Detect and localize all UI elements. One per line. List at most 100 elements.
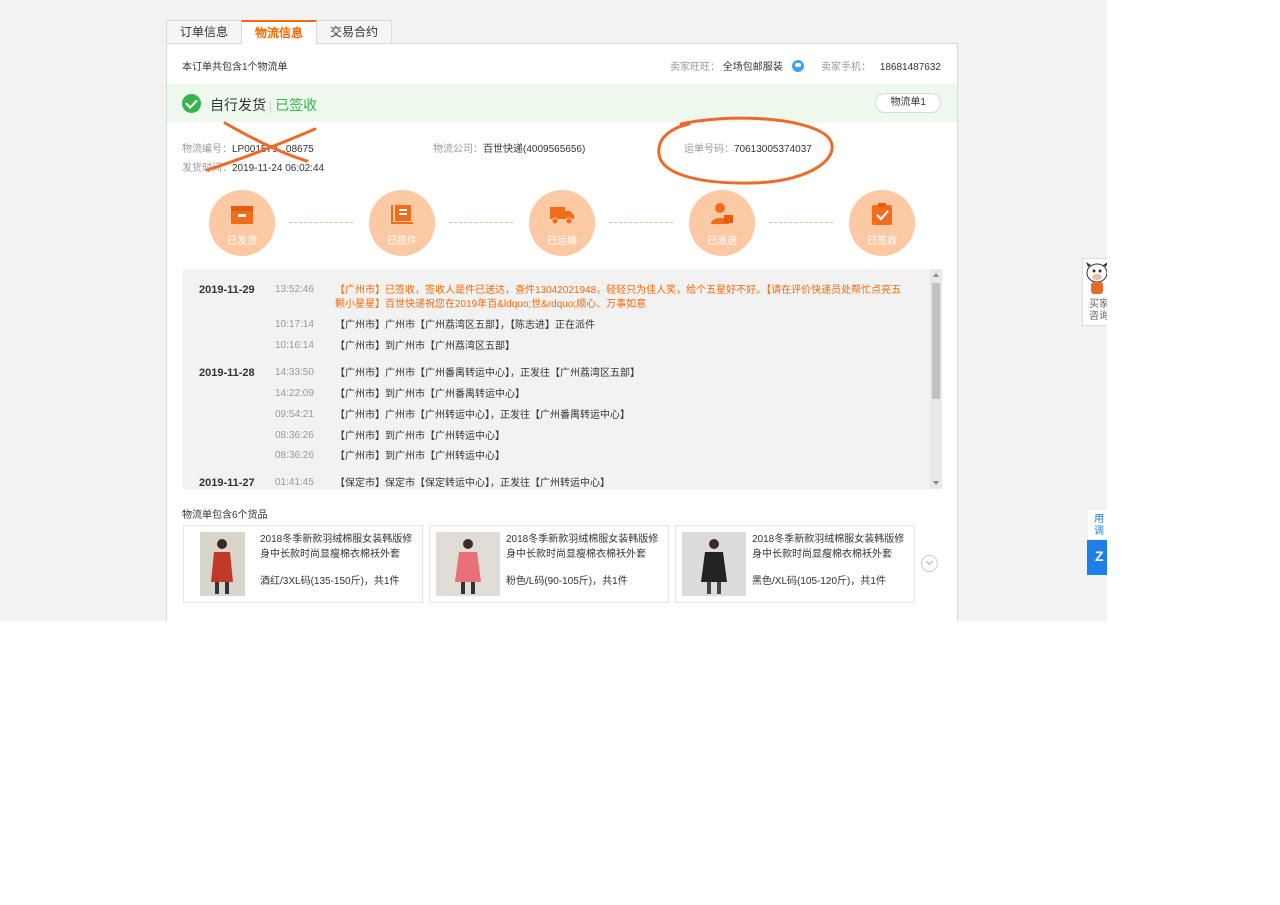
wangwang-chat-icon[interactable] — [791, 60, 804, 72]
tracking-number: 运单号码：70613005374037 — [684, 140, 812, 155]
logistics-company-value: 百世快递(4009565656) — [483, 144, 586, 155]
summary-row: 本订单共包含1个物流单 卖家旺旺： 全场包邮服装 卖家手机： 186814876… — [182, 58, 941, 73]
track-time: 08:36:26 — [275, 430, 314, 441]
product-photo-icon — [436, 532, 500, 596]
track-desc: 【广州市】广州市【广州番禺转运中心】，正发往【广州荔湾区五部】 — [335, 368, 640, 379]
tab-order-info[interactable]: 订单信息 — [166, 20, 243, 44]
track-date: 2019-11-29 — [199, 284, 255, 296]
step-connector — [449, 222, 513, 223]
track-desc: 【保定市】保定市【保定转运中心】，正发往【广州转运中心】 — [335, 478, 610, 489]
tracking-number-value: 70613005374037 — [734, 144, 812, 155]
consult-text-2: 咨询 — [1089, 311, 1107, 322]
product-name[interactable]: 2018冬季新款羽绒棉服女装韩版修身中长款时尚显瘦棉衣棉袄外套 — [506, 532, 666, 562]
ship-time-value: 2019-11-24 06:02:44 — [232, 163, 325, 174]
cow-mascot-icon — [1086, 262, 1107, 294]
product-name[interactable]: 2018冬季新款羽绒棉服女装韩版修身中长款时尚显瘦棉衣棉袄外套 — [752, 532, 912, 562]
side-blue-button[interactable]: Z — [1087, 540, 1107, 575]
track-time: 14:33:50 — [275, 367, 314, 378]
track-time: 14:22:09 — [275, 388, 314, 399]
track-date: 2019-11-28 — [199, 367, 255, 379]
scroll-down-arrow-icon[interactable] — [933, 481, 939, 485]
feedback-tab[interactable]: 用调 — [1087, 509, 1107, 540]
logistics-number: 物流编号：LP001579...08675 — [182, 140, 314, 155]
product-spec: 黑色/XL码(105-120斤)，共1件 — [752, 576, 886, 587]
track-time: 13:52:46 — [275, 284, 314, 295]
track-desc: 【广州市】到广州市【广州番禺转运中心】 — [335, 389, 525, 400]
consult-text-1: 买家 — [1089, 299, 1107, 310]
track-date: 2019-11-27 — [199, 477, 255, 489]
seller-wangwang-name[interactable]: 全场包邮服装 — [723, 62, 783, 73]
feedback-text-2: 调 — [1094, 526, 1104, 537]
product-thumbnail[interactable] — [436, 532, 500, 596]
scroll-up-arrow-icon[interactable] — [933, 273, 939, 277]
track-desc: 【广州市】到广州市【广州荔湾区五部】 — [335, 341, 515, 352]
product-thumbnail[interactable] — [200, 532, 245, 596]
chevron-down-icon[interactable] — [921, 555, 938, 572]
logistics-number-label: 物流编号： — [182, 144, 232, 155]
track-time: 08:36:26 — [275, 450, 314, 461]
logistics-company-label: 物流公司： — [433, 144, 483, 155]
step-connector — [769, 222, 833, 223]
truck-icon — [550, 207, 574, 225]
step-picked-up: 已揽件 — [369, 190, 435, 256]
scrollbar-thumb[interactable] — [932, 283, 940, 399]
step-signed-label: 已签收 — [867, 236, 897, 247]
goods-count-title: 物流单包含6个货品 — [182, 510, 268, 521]
seller-phone-label: 卖家手机： — [821, 62, 872, 73]
track-time: 10:17:14 — [275, 319, 314, 330]
track-desc: 【广州市】广州市【广州转运中心】，正发往【广州番禺转运中心】 — [335, 410, 630, 421]
track-time: 10:16:14 — [275, 340, 314, 351]
clipboard-check-icon — [872, 203, 892, 225]
tracking-number-label: 运单号码： — [684, 144, 734, 155]
seller-phone-value: 18681487632 — [879, 62, 941, 73]
track-time: 09:54:21 — [275, 409, 314, 420]
delivery-status-bar: 自行发货 | 已签收 物流单1 — [167, 84, 957, 122]
delivery-status: 自行发货 | 已签收 — [210, 95, 317, 115]
logistics-progress: 已发货 已揽件 已运输 已派送 已签收 — [209, 190, 915, 256]
step-shipped: 已发货 — [209, 190, 275, 256]
tab-bar: 订单信息 物流信息 交易合约 — [166, 20, 393, 45]
logistics-panel: 本订单共包含1个物流单 卖家旺旺： 全场包邮服装 卖家手机： 186814876… — [166, 43, 958, 621]
step-connector — [609, 222, 673, 223]
timeline-scrollbar[interactable] — [930, 269, 942, 489]
courier-icon — [711, 203, 733, 224]
logistics-company: 物流公司：百世快递(4009565656) — [433, 140, 585, 155]
box-icon — [231, 206, 253, 224]
goods-card[interactable]: 2018冬季新款羽绒棉服女装韩版修身中长款时尚显瘦棉衣棉袄外套 酒红/3XL码(… — [183, 525, 423, 603]
track-desc: 【广州市】已签收，签收人是件已送达，查件13042021948，轻轻只为佳人笑，… — [335, 285, 902, 310]
feedback-text-1: 用 — [1094, 514, 1104, 525]
status-divider: | — [269, 99, 273, 113]
ship-time-label: 发货时间： — [182, 163, 232, 174]
waybill-1-button[interactable]: 物流单1 — [875, 93, 941, 113]
step-in-transit: 已运输 — [529, 190, 595, 256]
waybill-count-text: 本订单共包含1个物流单 — [182, 62, 288, 73]
product-name[interactable]: 2018冬季新款羽绒棉服女装韩版修身中长款时尚显瘦棉衣棉袄外套 — [260, 532, 420, 562]
goods-card[interactable]: 2018冬季新款羽绒棉服女装韩版修身中长款时尚显瘦棉衣棉袄外套 黑色/XL码(1… — [675, 525, 915, 603]
check-circle-icon — [182, 94, 201, 113]
step-dispatched: 已派送 — [689, 190, 755, 256]
step-signed: 已签收 — [849, 190, 915, 256]
buyer-consult-widget[interactable]: 买家 咨询 — [1082, 258, 1107, 326]
product-spec: 粉色/L码(90-105斤)，共1件 — [506, 576, 628, 587]
tab-trade-contract[interactable]: 交易合约 — [316, 20, 393, 44]
step-in-transit-label: 已运输 — [547, 236, 577, 247]
track-desc: 【广州市】广州市【广州荔湾区五部】，【陈志进】正在派件 — [335, 320, 595, 331]
consult-text: 买家 咨询 — [1089, 299, 1107, 323]
step-connector — [289, 222, 353, 223]
goods-card[interactable]: 2018冬季新款羽绒棉服女装韩版修身中长款时尚显瘦棉衣棉袄外套 粉色/L码(90… — [429, 525, 669, 603]
product-thumbnail[interactable] — [682, 532, 746, 596]
seller-phone: 卖家手机： 18681487632 — [821, 58, 941, 73]
step-picked-up-label: 已揽件 — [387, 236, 417, 247]
tab-logistics-info[interactable]: 物流信息 — [241, 20, 318, 45]
track-desc: 【广州市】到广州市【广州转运中心】 — [335, 451, 505, 462]
tracking-timeline[interactable]: 2019-11-29 13:52:46 【广州市】已签收，签收人是件已送达，查件… — [183, 269, 942, 489]
delivery-state: 已签收 — [275, 97, 318, 113]
product-photo-icon — [682, 532, 746, 596]
seller-wangwang: 卖家旺旺： 全场包邮服装 — [670, 58, 804, 73]
package-pickup-icon — [391, 205, 413, 224]
product-spec: 酒红/3XL码(135-150斤)，共1件 — [260, 576, 400, 587]
delivery-mode: 自行发货 — [210, 97, 266, 113]
step-shipped-label: 已发货 — [227, 236, 257, 247]
product-photo-icon — [200, 532, 245, 596]
seller-wangwang-label: 卖家旺旺： — [670, 62, 720, 73]
